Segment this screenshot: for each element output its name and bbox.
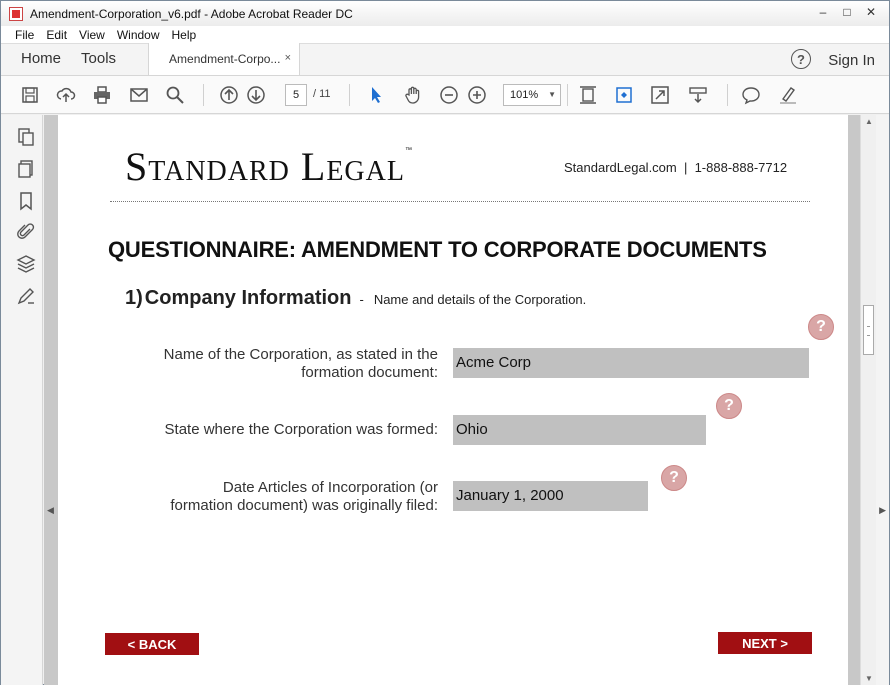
next-button[interactable]: NEXT > (718, 632, 812, 654)
attachment-icon[interactable] (16, 222, 36, 242)
hand-icon[interactable] (402, 84, 424, 106)
help-question-icon[interactable]: ? (808, 314, 834, 340)
help-icon[interactable]: ? (791, 49, 811, 69)
menu-edit[interactable]: Edit (46, 28, 67, 42)
fullscreen-icon[interactable] (649, 84, 671, 106)
acrobat-window: Amendment-Corporation_v6.pdf - Adobe Acr… (0, 0, 890, 685)
window-controls: – □ ✕ (811, 3, 883, 21)
signature-icon[interactable] (16, 286, 36, 306)
page-thumbnails-icon[interactable] (16, 159, 36, 179)
section-dash: - (359, 292, 364, 307)
scroll-down-icon[interactable]: ▼ (865, 674, 873, 683)
label-line: formation document) was originally filed… (170, 497, 438, 514)
logo-text: Standard Legal (125, 144, 405, 189)
corporation-name-label: Name of the Corporation, as stated in th… (164, 346, 438, 382)
label-line: formation document: (301, 364, 438, 381)
expand-right-panel-icon[interactable]: ▶ (879, 505, 886, 516)
read-mode-icon[interactable] (687, 84, 709, 106)
highlight-icon[interactable] (777, 84, 799, 106)
save-icon[interactable] (19, 84, 41, 106)
tabs-row: Home Tools Amendment-Corpo... × (1, 43, 889, 76)
window-title: Amendment-Corporation_v6.pdf - Adobe Acr… (30, 6, 353, 21)
trademark: ™ (404, 147, 413, 154)
layers-icon[interactable] (16, 254, 36, 274)
fit-page-icon[interactable] (577, 84, 599, 106)
header-divider (110, 201, 810, 202)
email-icon[interactable] (128, 84, 150, 106)
state-formed-input[interactable]: Ohio (453, 415, 706, 445)
page-up-icon[interactable] (218, 84, 240, 106)
pdf-app-icon (9, 6, 23, 21)
state-formed-label: State where the Corporation was formed: (165, 421, 438, 439)
date-filed-input[interactable]: January 1, 2000 (453, 481, 648, 511)
section-name: Company Information (144, 287, 352, 309)
help-question-icon[interactable]: ? (661, 465, 687, 491)
contact-info: StandardLegal.com | 1-888-888-7712 (564, 160, 788, 175)
label-line: State where the Corporation was formed: (164, 421, 438, 438)
page-total: / 11 (313, 88, 331, 100)
title-bar: Amendment-Corporation_v6.pdf - Adobe Acr… (1, 1, 889, 26)
zoom-in-icon[interactable] (466, 84, 488, 106)
minimize-button[interactable]: – (811, 3, 835, 21)
search-icon[interactable] (164, 84, 186, 106)
label-line: Name of the Corporation, as stated in th… (163, 346, 438, 363)
maximize-button[interactable]: □ (835, 3, 859, 21)
menu-bar: File Edit View Window Help (1, 26, 889, 44)
upload-icon[interactable] (55, 84, 77, 106)
back-button[interactable]: < BACK (105, 633, 199, 655)
section-number: 1) (125, 287, 143, 309)
vertical-scrollbar[interactable]: ▲ ▼ (860, 115, 876, 685)
scroll-thumb[interactable] (863, 305, 874, 355)
menu-view[interactable]: View (79, 28, 105, 42)
tab-document-label: Amendment-Corpo... (169, 52, 281, 66)
menu-file[interactable]: File (15, 28, 34, 42)
page-down-icon[interactable] (245, 84, 267, 106)
bookmark-icon[interactable] (16, 191, 36, 211)
scroll-up-icon[interactable]: ▲ (865, 117, 873, 126)
select-arrow-icon[interactable] (365, 84, 387, 106)
help-question-icon[interactable]: ? (716, 393, 742, 419)
label-line: Date Articles of Incorporation (or (222, 479, 438, 496)
left-navigation-panel (1, 115, 43, 685)
rotate-icon[interactable] (613, 84, 635, 106)
menu-window[interactable]: Window (117, 28, 160, 42)
sign-in-link[interactable]: Sign In (828, 52, 875, 69)
questionnaire-title: QUESTIONNAIRE: AMENDMENT TO CORPORATE DO… (108, 237, 767, 262)
comment-icon[interactable] (740, 84, 762, 106)
zoom-select[interactable]: 101% ▼ (503, 84, 561, 106)
section-heading: 1) Company Information - Name and detail… (125, 287, 586, 310)
tab-home[interactable]: Home (11, 50, 71, 75)
date-filed-label: Date Articles of Incorporation (or forma… (170, 479, 438, 515)
zoom-value: 101% (510, 89, 539, 101)
corporation-name-input[interactable]: Acme Corp (453, 348, 809, 378)
pdf-page: Standard Legal™ StandardLegal.com | 1-88… (58, 115, 848, 685)
toolbar (1, 76, 889, 114)
standard-legal-logo: Standard Legal™ (125, 143, 413, 190)
export-pages-icon[interactable] (16, 127, 36, 147)
menu-help[interactable]: Help (172, 28, 197, 42)
zoom-out-icon[interactable] (438, 84, 460, 106)
section-description: Name and details of the Corporation. (373, 292, 587, 307)
chevron-down-icon: ▼ (548, 90, 556, 99)
document-viewport[interactable]: ◀ Standard Legal™ StandardLegal.com | 1-… (44, 115, 860, 685)
tab-document[interactable]: Amendment-Corpo... × (148, 43, 301, 75)
tab-tools[interactable]: Tools (71, 50, 126, 75)
close-window-button[interactable]: ✕ (859, 3, 883, 21)
collapse-left-panel-icon[interactable]: ◀ (47, 505, 54, 516)
tab-close-icon[interactable]: × (285, 52, 291, 64)
page-number-input[interactable]: 5 (285, 84, 307, 106)
right-panel-gutter: ▶ (876, 115, 889, 685)
print-icon[interactable] (91, 84, 113, 106)
